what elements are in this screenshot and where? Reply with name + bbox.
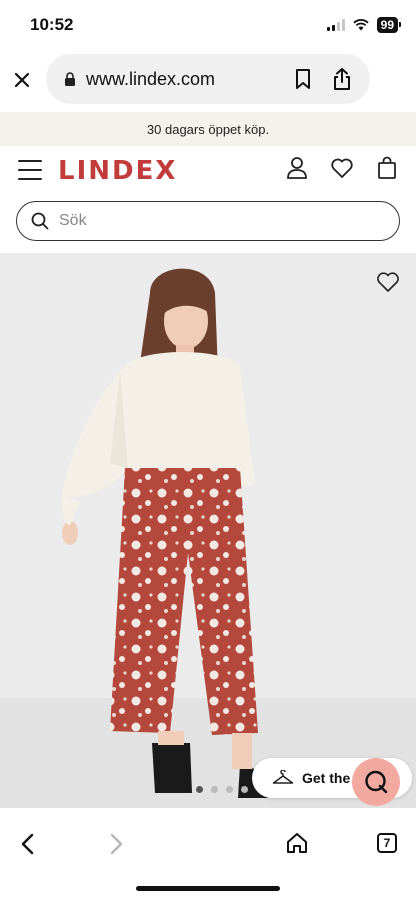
- menu-icon[interactable]: [18, 160, 42, 180]
- chat-assistant-button[interactable]: [352, 758, 400, 806]
- add-to-wishlist-icon[interactable]: [376, 271, 400, 293]
- promo-text: 30 dagars öppet köp.: [146, 121, 270, 137]
- site-header: LINDEX: [0, 146, 416, 196]
- battery-indicator: 99: [376, 17, 402, 33]
- model-photo: [61, 268, 270, 798]
- carousel-dot[interactable]: [196, 786, 203, 793]
- browser-toolbar: www.lindex.com: [0, 52, 416, 108]
- chat-q-icon: [365, 770, 388, 794]
- back-icon[interactable]: [20, 833, 34, 855]
- account-icon[interactable]: [286, 156, 308, 180]
- share-icon[interactable]: [332, 67, 352, 91]
- header-actions: [286, 156, 398, 180]
- browser-bottom-bar: 7: [0, 816, 416, 872]
- url-text: www.lindex.com: [86, 68, 216, 89]
- bookmark-icon[interactable]: [294, 68, 312, 90]
- search-icon: [31, 212, 49, 230]
- address-bar[interactable]: www.lindex.com: [46, 54, 370, 104]
- status-time: 10:52: [30, 15, 74, 34]
- tabs-button[interactable]: 7: [377, 833, 397, 853]
- product-image[interactable]: Get the: [0, 253, 416, 808]
- url-actions: [294, 54, 352, 104]
- carousel-dots[interactable]: [196, 786, 248, 793]
- lock-icon: [65, 72, 75, 86]
- promo-banner[interactable]: 30 dagars öppet köp.: [0, 112, 416, 146]
- home-indicator: [136, 886, 280, 891]
- search-field[interactable]: Sök: [16, 201, 400, 241]
- shopping-bag-icon[interactable]: [376, 156, 398, 180]
- wifi-icon: [353, 19, 369, 31]
- carousel-dot[interactable]: [241, 786, 248, 793]
- get-the-app-label: Get the: [302, 770, 351, 786]
- lindex-logo[interactable]: LINDEX: [58, 156, 177, 186]
- close-icon: [14, 72, 30, 88]
- close-tab-button[interactable]: [0, 58, 44, 102]
- forward-icon[interactable]: [110, 833, 124, 855]
- carousel-dot[interactable]: [226, 786, 233, 793]
- hanger-icon: [272, 770, 294, 784]
- cellular-signal-icon: [326, 19, 345, 31]
- status-icons: 99: [326, 17, 402, 33]
- home-icon[interactable]: [286, 832, 308, 854]
- search-placeholder: Sök: [59, 212, 87, 229]
- favorites-icon[interactable]: [330, 156, 354, 180]
- status-bar: 10:52 99: [0, 0, 416, 50]
- carousel-dot[interactable]: [211, 786, 218, 793]
